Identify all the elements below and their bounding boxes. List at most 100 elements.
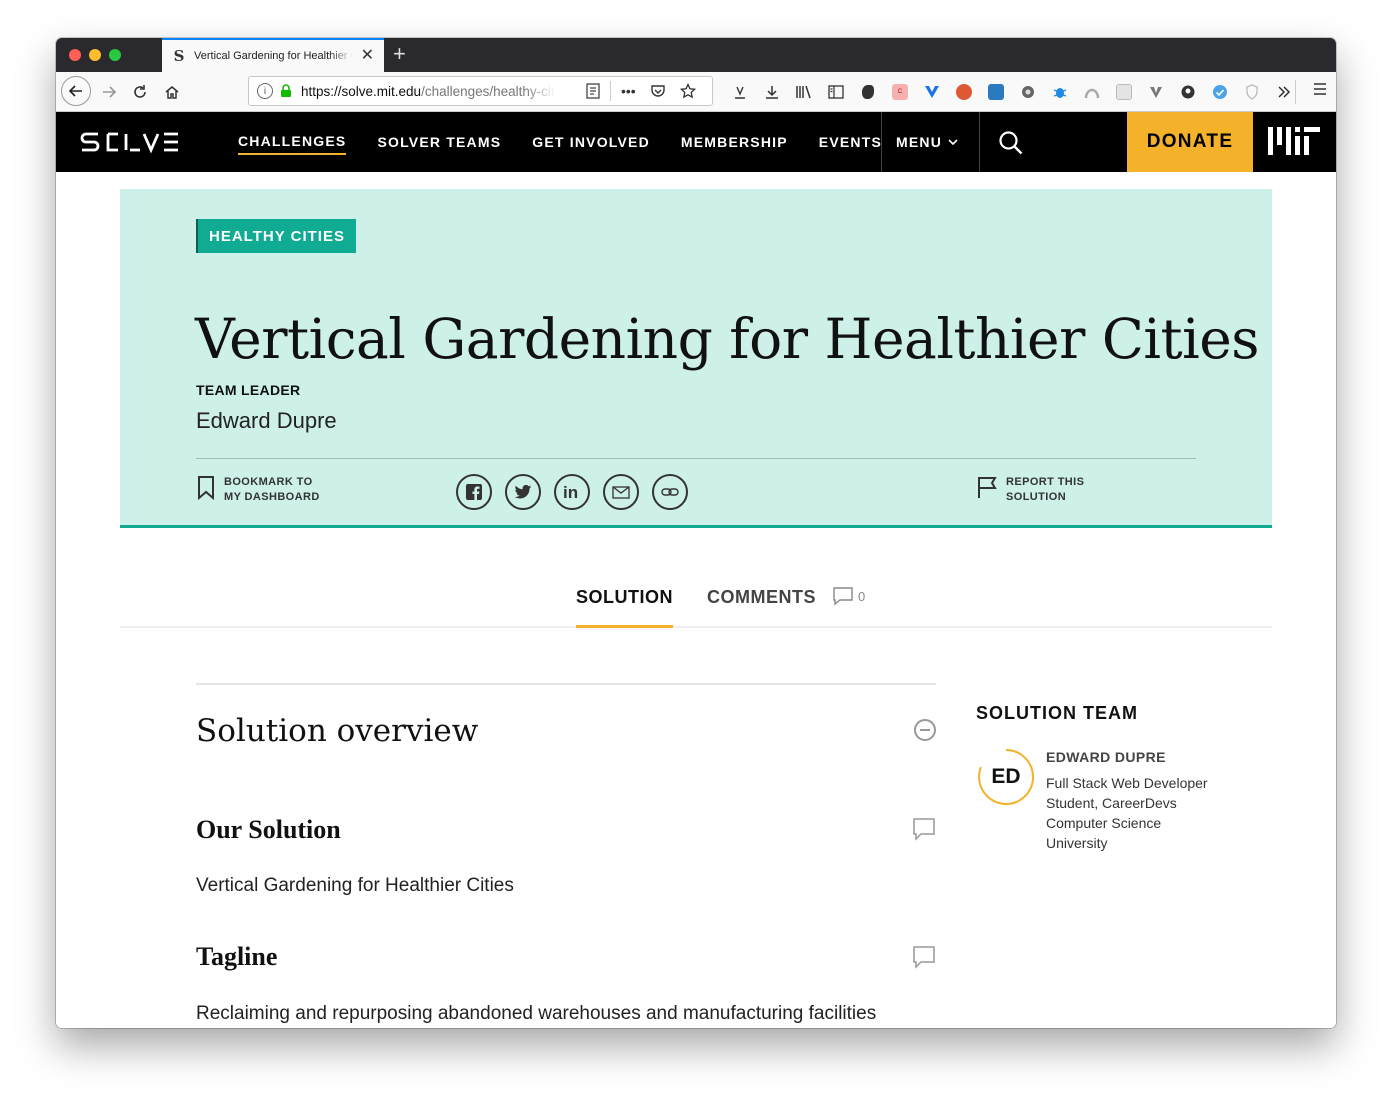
star-bookmark-icon[interactable] xyxy=(679,83,696,99)
shield-icon[interactable] xyxy=(1236,80,1268,104)
solution-team-sidebar: SOLUTION TEAM ED EDWARD DUPRE Full Stack… xyxy=(976,703,1216,851)
avatar-initials: ED xyxy=(991,765,1021,788)
svg-text:in: in xyxy=(563,484,578,500)
solution-hero: HEALTHY CITIES Vertical Gardening for He… xyxy=(120,189,1272,528)
bookshelf-icon[interactable] xyxy=(788,80,820,104)
report-solution-button[interactable]: REPORT THIS SOLUTION xyxy=(976,475,1084,505)
check-icon[interactable] xyxy=(1204,80,1236,104)
comment-icon[interactable] xyxy=(912,945,936,969)
arc-icon[interactable] xyxy=(1076,80,1108,104)
lock-icon xyxy=(281,84,291,97)
reload-icon xyxy=(134,85,146,98)
nav-get-involved[interactable]: GET INVOLVED xyxy=(532,130,650,154)
minus-icon xyxy=(920,729,930,731)
team-leader-name: Edward Dupre xyxy=(196,408,337,433)
reload-button[interactable] xyxy=(127,78,153,106)
copy-link-button[interactable] xyxy=(652,474,688,510)
website: CHALLENGES SOLVER TEAMS GET INVOLVED MEM… xyxy=(56,112,1336,1028)
hamburger-menu-icon[interactable] xyxy=(1312,80,1328,101)
grid-icon[interactable] xyxy=(1108,80,1140,104)
url-bar[interactable]: i https://solve.mit.edu/challenges/healt… xyxy=(248,76,713,106)
tab-solution[interactable]: SOLUTION xyxy=(576,580,673,628)
sidebar-icon[interactable] xyxy=(820,80,852,104)
mit-logo[interactable] xyxy=(1268,127,1320,155)
nav-challenges[interactable]: CHALLENGES xyxy=(238,129,347,155)
facebook-share-button[interactable] xyxy=(456,474,492,510)
linkedin-icon: in xyxy=(563,484,578,500)
pocket-icon[interactable] xyxy=(650,83,666,99)
section-divider xyxy=(196,683,936,685)
evernote-icon[interactable] xyxy=(852,80,884,104)
link-icon xyxy=(661,488,679,496)
collapse-section-button[interactable] xyxy=(914,719,936,741)
challenge-tag[interactable]: HEALTHY CITIES xyxy=(196,219,356,253)
section-heading: Our Solution xyxy=(196,815,341,844)
reader-view-icon[interactable] xyxy=(586,83,600,99)
content-tabs: SOLUTION COMMENTS 0 xyxy=(120,580,1272,628)
hero-divider xyxy=(196,458,1196,459)
bookmark-label-line1: BOOKMARK TO xyxy=(224,476,313,488)
vue-devtools-icon[interactable] xyxy=(916,80,948,104)
site-navbar: CHALLENGES SOLVER TEAMS GET INVOLVED MEM… xyxy=(56,112,1336,172)
chevron-down-icon xyxy=(948,139,958,146)
comment-icon[interactable] xyxy=(912,817,936,841)
flag-icon xyxy=(978,477,997,498)
toolbar-separator xyxy=(1295,80,1296,104)
bookmark-button[interactable]: BOOKMARK TO MY DASHBOARD xyxy=(196,475,320,505)
comment-count-badge[interactable]: 0 xyxy=(832,586,865,606)
forward-arrow-icon xyxy=(103,86,117,98)
section-body: Vertical Gardening for Healthier Cities xyxy=(196,875,514,896)
browser-toolbar: i https://solve.mit.edu/challenges/healt… xyxy=(56,72,1336,112)
email-share-button[interactable] xyxy=(603,474,639,510)
section-body: Reclaiming and repurposing abandoned war… xyxy=(196,1003,877,1024)
home-button[interactable] xyxy=(159,78,185,106)
nav-solver-teams[interactable]: SOLVER TEAMS xyxy=(377,130,501,154)
maximize-window-button[interactable] xyxy=(109,49,121,61)
swagger-icon[interactable] xyxy=(980,80,1012,104)
nav-events[interactable]: EVENTS xyxy=(819,130,882,154)
bug-icon[interactable] xyxy=(1044,80,1076,104)
donate-button[interactable]: DONATE xyxy=(1127,112,1253,172)
close-window-button[interactable] xyxy=(69,49,81,61)
solve-logo-mark xyxy=(80,132,178,154)
info-icon[interactable]: i xyxy=(257,83,273,99)
library-icon[interactable] xyxy=(724,80,756,104)
bookmark-icon xyxy=(198,476,214,501)
member-name[interactable]: EDWARD DUPRE xyxy=(1046,749,1166,765)
home-icon xyxy=(165,86,179,99)
twitter-icon xyxy=(514,484,532,499)
close-tab-icon[interactable]: ✕ xyxy=(361,48,374,64)
comment-count: 0 xyxy=(858,588,866,604)
cors-icon[interactable]: C xyxy=(884,80,916,104)
url-text[interactable]: https://solve.mit.edu/challenges/healthy… xyxy=(301,84,556,99)
v-icon[interactable] xyxy=(1140,80,1172,104)
minimize-window-button[interactable] xyxy=(89,49,101,61)
solution-team-title: SOLUTION TEAM xyxy=(976,703,1138,723)
tab-comments[interactable]: COMMENTS xyxy=(707,580,816,628)
search-icon[interactable] xyxy=(998,130,1024,156)
forward-button[interactable] xyxy=(96,78,122,106)
menu-label: MENU xyxy=(896,134,943,150)
linkedin-share-button[interactable]: in xyxy=(554,474,590,510)
new-tab-button[interactable]: + xyxy=(393,41,406,67)
nav-membership[interactable]: MEMBERSHIP xyxy=(681,130,788,154)
solve-logo[interactable] xyxy=(80,125,200,167)
page-actions-icon[interactable]: ••• xyxy=(621,83,636,99)
menu-button[interactable]: MENU xyxy=(896,112,958,172)
team-leader-label: TEAM LEADER xyxy=(196,382,301,398)
browser-tab[interactable]: S Vertical Gardening for Healthier Citie… xyxy=(162,38,384,72)
download-icon[interactable] xyxy=(756,80,788,104)
url-path: /challenges/healthy-cities xyxy=(421,83,556,99)
tab-title: Vertical Gardening for Healthier Cities xyxy=(194,50,353,62)
report-label-line2: SOLUTION xyxy=(1006,491,1067,503)
settings-gear-icon[interactable] xyxy=(1012,80,1044,104)
overview-title: Solution overview xyxy=(196,713,479,749)
github-icon[interactable] xyxy=(1172,80,1204,104)
section-heading: Tagline xyxy=(196,942,278,971)
twitter-share-button[interactable] xyxy=(505,474,541,510)
report-label-line1: REPORT THIS xyxy=(1006,476,1085,488)
back-button[interactable] xyxy=(61,76,91,106)
duckduckgo-icon[interactable] xyxy=(948,80,980,104)
main-nav: CHALLENGES SOLVER TEAMS GET INVOLVED MEM… xyxy=(238,112,913,172)
url-separator xyxy=(610,81,611,101)
